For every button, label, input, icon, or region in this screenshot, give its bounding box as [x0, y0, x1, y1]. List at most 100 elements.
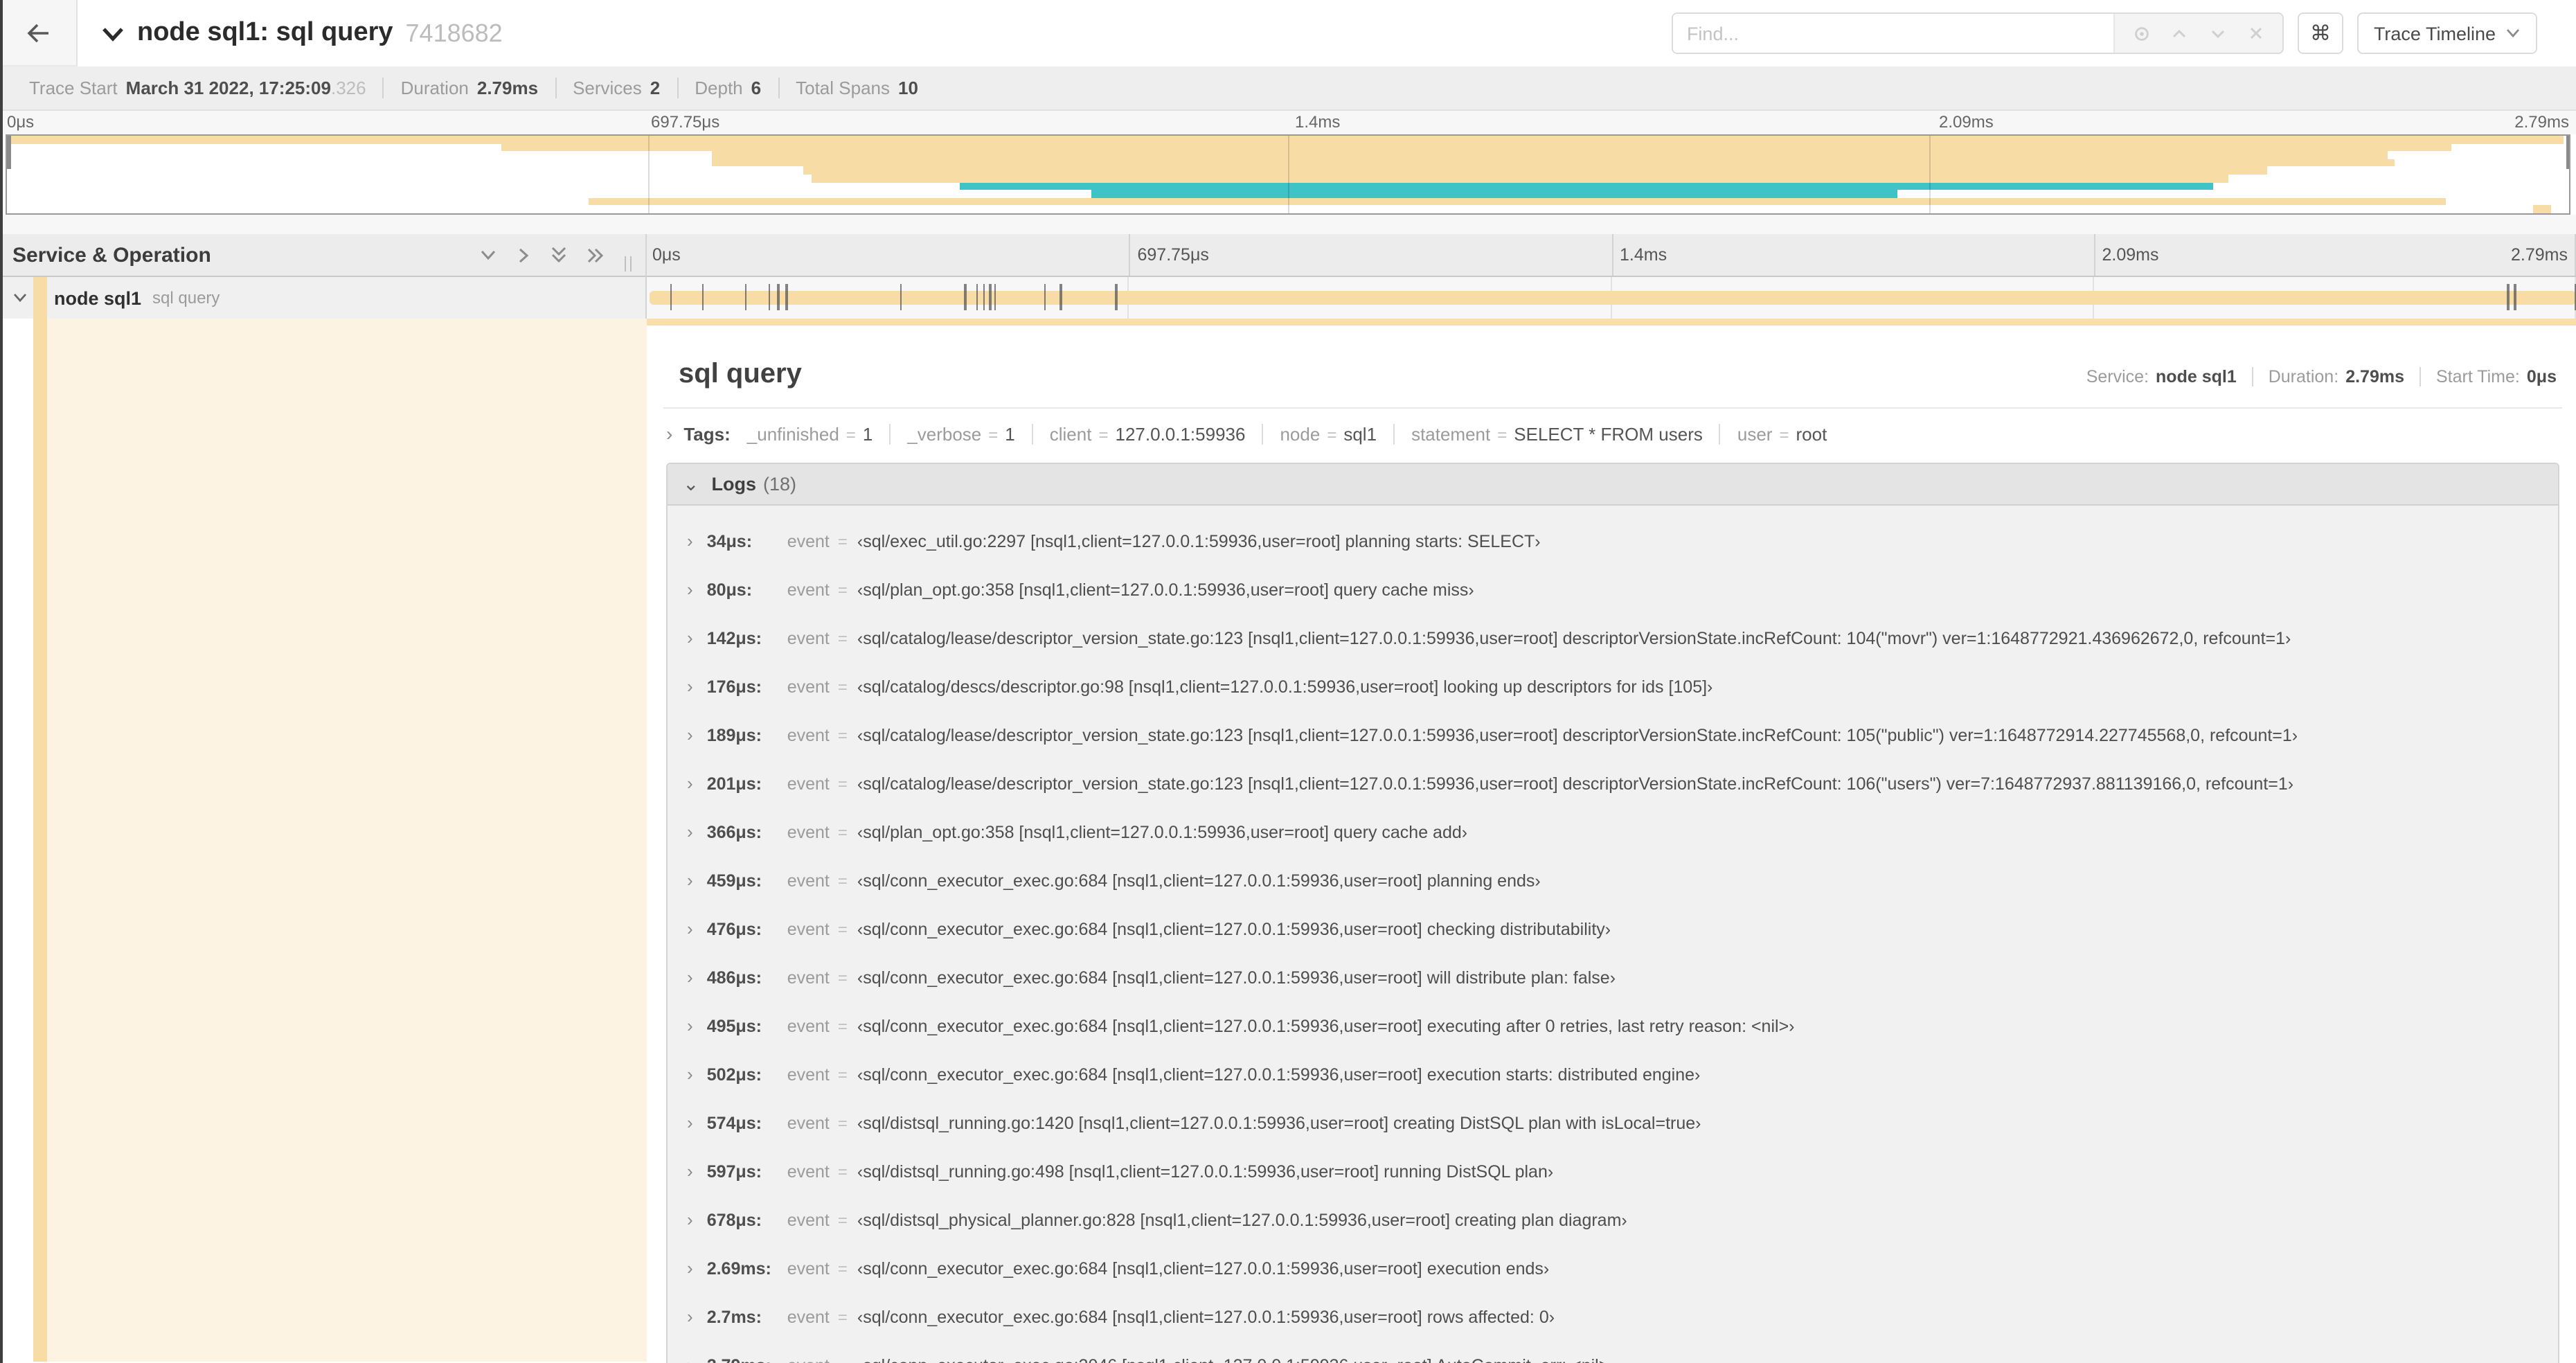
span-track[interactable] — [647, 277, 2576, 319]
span-row[interactable]: node sql1 sql query — [0, 277, 2576, 319]
log-field-name: event — [787, 871, 830, 891]
find-prev-icon[interactable] — [2169, 22, 2191, 44]
back-button[interactable] — [0, 0, 78, 66]
minimap-scrubber-left[interactable] — [7, 136, 10, 169]
tag-item: _verbose = 1 — [889, 424, 1031, 445]
log-row[interactable]: › 80μs: event = ‹sql/plan_opt.go:358 [nsql1,… — [668, 565, 2558, 614]
detail-left-column — [0, 319, 647, 1362]
log-message: ‹sql/catalog/lease/descriptor_version_st… — [857, 726, 2298, 745]
log-row[interactable]: › 34μs: event = ‹sql/exec_util.go:2297 [nsql… — [668, 517, 2558, 565]
keyboard-shortcuts-button[interactable]: ⌘ — [2297, 12, 2343, 54]
tag-item: _unfinished = 1 — [742, 424, 890, 445]
trace-info-item: Duration 2.79ms — [382, 78, 555, 98]
tag-key: node — [1280, 424, 1321, 445]
trace-timeline-page: node sql1: sql query 7418682 ⌘ Trace Tim… — [0, 0, 2576, 1363]
log-row[interactable]: › 2.7ms: event = ‹sql/conn_executor_exec.go:… — [668, 1292, 2558, 1341]
log-marker-tick — [2514, 284, 2516, 310]
tag-item: node = sql1 — [1262, 424, 1393, 445]
expand-one-icon[interactable] — [515, 246, 532, 264]
back-arrow-icon — [26, 23, 48, 42]
chevron-down-icon — [2506, 29, 2520, 38]
detail-meta-item: Duration: 2.79ms — [2251, 367, 2420, 386]
find-input[interactable] — [1672, 14, 2113, 53]
tag-list: _unfinished = 1 _verbose = 1 client = 127.0.0.1:… — [742, 424, 1844, 445]
collapse-one-icon[interactable] — [479, 247, 497, 263]
expand-all-icon[interactable] — [586, 246, 605, 264]
meta-label: Start Time: — [2436, 367, 2520, 386]
span-color-bar — [33, 319, 47, 1362]
log-timestamp: 2.69ms: — [706, 1259, 771, 1279]
log-message: ‹sql/conn_executor_exec.go:684 [nsql1,cl… — [857, 968, 1616, 988]
log-field-name: event — [787, 580, 830, 600]
column-resize-grip[interactable] — [625, 256, 632, 271]
span-name-cell[interactable]: node sql1 sql query — [0, 277, 647, 319]
log-row[interactable]: › 502μs: event = ‹sql/conn_executor_exec.go:… — [668, 1050, 2558, 1098]
service-operation-title: Service & Operation — [12, 243, 211, 267]
log-row[interactable]: › 2.69ms: event = ‹sql/conn_executor_exec.go… — [668, 1244, 2558, 1292]
trace-collapse-toggle[interactable] — [101, 24, 125, 42]
log-row[interactable]: › 142μs: event = ‹sql/catalog/lease/descript… — [668, 614, 2558, 662]
log-message: ‹sql/conn_executor_exec.go:2046 [nsql1,c… — [857, 1356, 1615, 1363]
command-icon: ⌘ — [2309, 22, 2331, 46]
log-row[interactable]: › 476μs: event = ‹sql/conn_executor_exec.go:… — [668, 905, 2558, 953]
locate-icon[interactable] — [2131, 22, 2153, 44]
timeline-ruler: 0μs 697.75μs 1.4ms 2.09ms 2.79ms — [647, 234, 2576, 277]
tag-value: 127.0.0.1:59936 — [1115, 424, 1246, 445]
minimap-span — [711, 151, 2388, 159]
collapse-all-icon[interactable] — [550, 245, 568, 265]
chevron-right-icon: › — [687, 1209, 693, 1230]
log-timestamp: 201μs: — [706, 774, 762, 794]
span-collapse-toggle[interactable] — [12, 292, 28, 303]
timeline-minimap[interactable] — [6, 134, 2570, 215]
log-marker-tick — [744, 284, 747, 310]
log-row[interactable]: › 366μs: event = ‹sql/plan_opt.go:358 [nsql1… — [668, 808, 2558, 856]
log-marker-tick — [1059, 284, 1062, 310]
log-row[interactable]: › 459μs: event = ‹sql/conn_executor_exec.go:… — [668, 856, 2558, 905]
log-equals: = — [837, 580, 848, 600]
info-label: Trace Start — [29, 78, 118, 98]
log-equals: = — [837, 920, 848, 939]
tags-row[interactable]: › Tags: _unfinished = 1 _verbose = 1 client = 12… — [663, 422, 2562, 445]
log-field-name: event — [787, 920, 830, 939]
log-message: ‹sql/catalog/lease/descriptor_version_st… — [857, 774, 2294, 794]
log-row[interactable]: › 189μs: event = ‹sql/catalog/lease/descript… — [668, 711, 2558, 759]
span-detail-card: sql query Service: node sql1 Duration: 2.79… — [647, 326, 2576, 1363]
minimap-span — [811, 175, 2228, 183]
find-next-icon[interactable] — [2206, 22, 2228, 44]
log-row[interactable]: › 201μs: event = ‹sql/catalog/lease/descript… — [668, 759, 2558, 808]
minimap-scrubber-right[interactable] — [2566, 136, 2569, 169]
log-message: ‹sql/exec_util.go:2297 [nsql1,client=127… — [857, 532, 1541, 551]
log-timestamp: 189μs: — [706, 726, 762, 745]
log-timestamp: 502μs: — [706, 1065, 762, 1085]
log-message: ‹sql/distsql_physical_planner.go:828 [ns… — [857, 1211, 1627, 1230]
log-field-name: event — [787, 968, 830, 988]
detail-header: sql query Service: node sql1 Duration: 2.79… — [663, 359, 2562, 391]
log-row[interactable]: › 597μs: event = ‹sql/distsql_running.go:498… — [668, 1147, 2558, 1195]
view-select-button[interactable]: Trace Timeline — [2356, 12, 2537, 54]
log-row[interactable]: › 2.79ms: event = ‹sql/conn_executor_exec.go… — [668, 1341, 2558, 1363]
log-row[interactable]: › 574μs: event = ‹sql/distsql_running.go:142… — [668, 1098, 2558, 1147]
log-marker-tick — [1115, 284, 1118, 310]
log-field-name: event — [787, 1259, 830, 1279]
log-message: ‹sql/catalog/descs/descriptor.go:98 [nsq… — [857, 677, 1713, 697]
log-row[interactable]: › 678μs: event = ‹sql/distsql_physical_plann… — [668, 1195, 2558, 1244]
find-clear-icon[interactable] — [2244, 22, 2266, 44]
logs-header[interactable]: ⌄ Logs (18) — [668, 464, 2558, 506]
trace-info-bar: Trace Start March 31 2022, 17:25:09.326 Du… — [0, 66, 2576, 111]
minimap-tick-label: 2.79ms — [2514, 112, 2569, 132]
log-row[interactable]: › 486μs: event = ‹sql/conn_executor_exec.go:… — [668, 953, 2558, 1001]
log-timestamp: 678μs: — [706, 1211, 762, 1230]
log-row[interactable]: › 176μs: event = ‹sql/catalog/descs/descript… — [668, 662, 2558, 711]
tag-value: root — [1796, 424, 1827, 445]
log-row[interactable]: › 495μs: event = ‹sql/conn_executor_exec.go:… — [668, 1001, 2558, 1050]
log-message: ‹sql/conn_executor_exec.go:684 [nsql1,cl… — [857, 1259, 1550, 1279]
log-marker-tick — [964, 284, 967, 310]
log-equals: = — [837, 1017, 848, 1036]
log-marker-tick — [768, 284, 771, 310]
find-suffix — [2113, 14, 2282, 53]
log-equals: = — [837, 1259, 848, 1279]
span-duration-bar[interactable] — [650, 291, 2576, 305]
log-equals: = — [837, 1114, 848, 1133]
ruler-tick-label: 0μs — [652, 245, 681, 265]
trace-info-item: Trace Start March 31 2022, 17:25:09.326 — [12, 78, 383, 98]
